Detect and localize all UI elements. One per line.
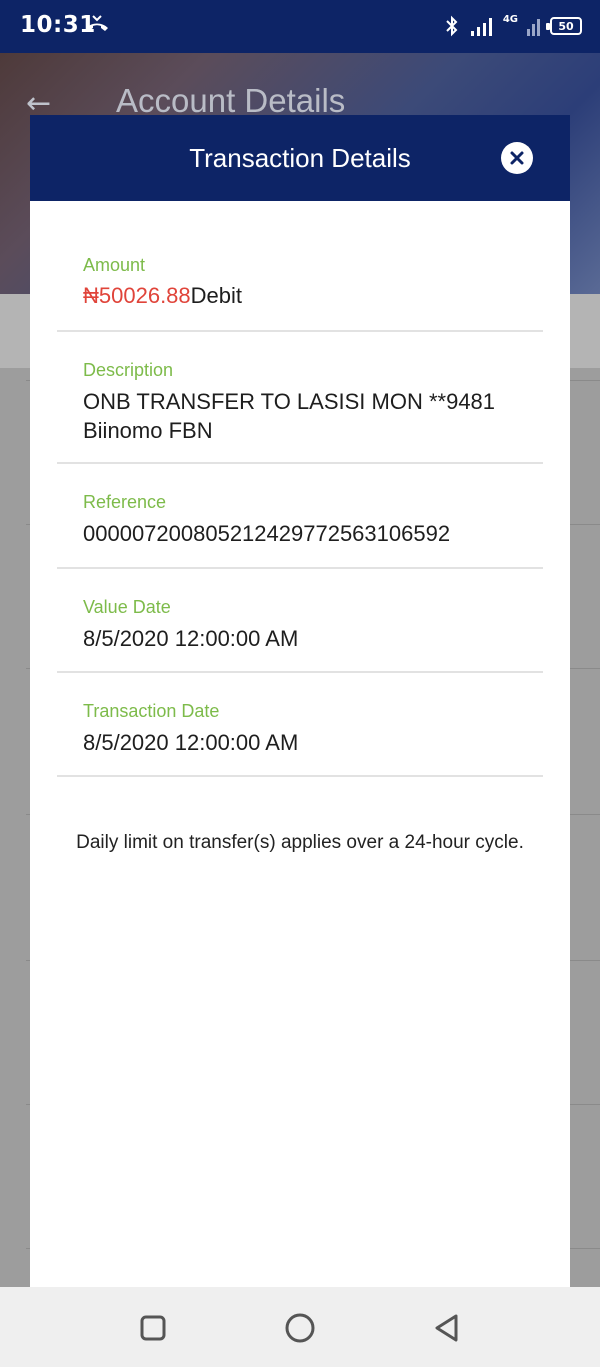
field-label: Reference [83,492,167,512]
field-value: ₦50026.88Debit [83,281,517,310]
square-icon[interactable] [136,1311,170,1345]
field-value: 000007200805212429772563106592 [83,521,451,546]
call-ended-icon [86,15,108,31]
field-label: Amount [83,255,146,275]
bluetooth-icon [446,15,458,37]
field-value: 8/5/2020 12:00:00 AM [83,626,299,651]
reference-field: Reference 000007200805212429772563106592 [57,464,543,569]
status-icons: 4G 50 [443,12,582,40]
status-bar: 10:31 4G 50 [0,0,600,53]
modal-header: Transaction Details [30,115,570,201]
field-label: Value Date [83,597,171,617]
navigation-bar [0,1287,600,1367]
close-button[interactable] [501,142,533,174]
field-value: ONB TRANSFER TO LASISI MON **9481 Biinom… [83,389,496,443]
amount-type: Debit [190,283,243,308]
transaction-details-modal: Transaction Details Amount ₦50026.88Debi… [30,115,570,1287]
battery-icon: 50 [546,17,582,35]
network-type: 4G [502,14,518,25]
value-date-field: Value Date 8/5/2020 12:00:00 AM [57,569,543,673]
signal-secondary-icon [527,19,540,36]
transaction-date-field: Transaction Date 8/5/2020 12:00:00 AM [57,673,543,777]
transfer-limit-note: Daily limit on transfer(s) applies over … [76,832,524,853]
field-value: 8/5/2020 12:00:00 AM [83,730,299,755]
amount-field: Amount ₦50026.88Debit [57,245,543,332]
triangle-back-icon[interactable] [430,1311,464,1345]
field-label: Transaction Date [83,701,220,721]
circle-icon[interactable] [283,1311,317,1345]
amount-value: ₦50026.88 [83,283,191,308]
close-icon [510,151,524,165]
signal-icon [470,18,492,36]
modal-title: Transaction Details [189,143,411,173]
description-field: Description ONB TRANSFER TO LASISI MON *… [57,332,543,464]
field-label: Description [83,360,174,380]
